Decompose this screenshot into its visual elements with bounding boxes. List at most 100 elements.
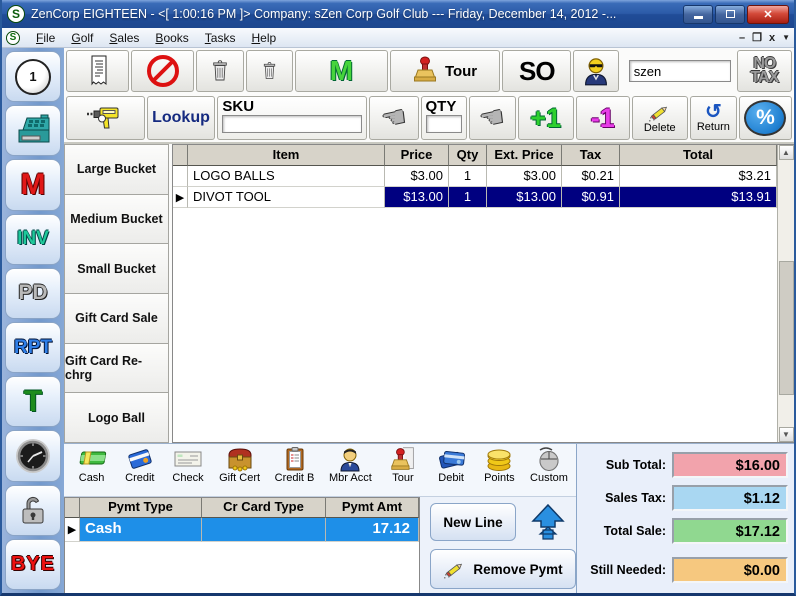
receipt-button[interactable]: [66, 50, 129, 92]
tour-label: Tour: [445, 63, 477, 80]
qty-input[interactable]: [426, 115, 462, 133]
sidebar-cash-register-button[interactable]: [5, 105, 61, 156]
menu-sales[interactable]: Sales: [101, 30, 147, 46]
top-toolbar: M Tour SO: [64, 48, 794, 94]
clerk-button[interactable]: [573, 50, 618, 92]
pay-debit-button[interactable]: Debit: [428, 446, 475, 485]
scroll-down-icon[interactable]: ▼: [779, 427, 794, 442]
pay-credit-book-button[interactable]: Credit B: [268, 446, 322, 485]
sku-input[interactable]: [222, 115, 362, 133]
mdi-minimize-button[interactable]: –: [739, 33, 745, 43]
sidebar-reports-button[interactable]: RPT: [5, 322, 61, 373]
payment-row-selected[interactable]: ▶ Cash 17.12: [65, 518, 419, 542]
tee-sheet-icon: T: [24, 385, 42, 419]
lookup-button[interactable]: Lookup: [147, 96, 216, 140]
coins-icon: [485, 446, 513, 472]
menu-file[interactable]: File: [28, 30, 63, 46]
pay-points-button[interactable]: Points: [476, 446, 523, 485]
scroll-thumb[interactable]: [779, 261, 794, 395]
discount-button[interactable]: %: [739, 96, 792, 140]
titlebar: S ZenCorp EIGHTEEN - <[ 1:00:16 PM ]> Co…: [2, 0, 794, 28]
sku-select-button[interactable]: ☚: [369, 96, 418, 140]
item-row-selected[interactable]: ▶ DIVOT TOOL $13.00 1 $13.00 $0.91 $13.9…: [173, 187, 777, 208]
mdi-close-button[interactable]: x: [769, 33, 775, 43]
cell-cr-card-type: [202, 518, 326, 542]
mdi-restore-button[interactable]: ❐: [752, 33, 762, 43]
menubar: S File Golf Sales Books Tasks Help – ❐ x…: [2, 28, 794, 48]
mdi-menu-dropdown[interactable]: ▼: [782, 33, 790, 43]
quick-medium-bucket-button[interactable]: Medium Bucket: [64, 194, 169, 245]
qty-select-button[interactable]: ☚: [469, 96, 516, 140]
sku-field-group: SKU: [217, 96, 367, 140]
mouse-icon: [534, 446, 564, 472]
sidebar-exit-button[interactable]: BYE: [5, 539, 61, 590]
hand-pointer-icon: ☚: [477, 100, 507, 135]
up-arrow-icon[interactable]: [530, 503, 566, 541]
void-item-button[interactable]: [196, 50, 243, 92]
col-ext-price: Ext. Price: [487, 145, 562, 166]
price-check-button[interactable]: [66, 96, 145, 140]
pay-cash-button[interactable]: Cash: [68, 446, 115, 485]
pay-credit-button[interactable]: Credit: [116, 446, 163, 485]
tour-stamp-icon: [413, 56, 441, 86]
clock-icon: [14, 437, 52, 475]
menu-golf[interactable]: Golf: [63, 30, 101, 46]
sidebar-lock-button[interactable]: [5, 485, 61, 536]
plus-one-button[interactable]: +1: [518, 96, 574, 140]
sub-total-value: $16.00: [672, 452, 788, 478]
pay-member-account-button[interactable]: Mbr Acct: [322, 446, 378, 485]
pay-check-button[interactable]: Check: [164, 446, 211, 485]
delete-label: Delete: [644, 122, 676, 134]
sidebar-inventory-button[interactable]: INV: [5, 214, 61, 265]
sidebar-paid-outs-button[interactable]: PD: [5, 268, 61, 319]
delete-pencil-icon: [648, 102, 672, 122]
pay-custom-button[interactable]: Custom: [524, 446, 574, 485]
cell-pymt-type: Cash: [80, 518, 202, 542]
menu-books[interactable]: Books: [147, 30, 196, 46]
item-row[interactable]: LOGO BALLS $3.00 1 $3.00 $0.21 $3.21: [173, 166, 777, 187]
no-sale-button[interactable]: [131, 50, 194, 92]
no-tax-button[interactable]: NO TAX: [737, 50, 792, 92]
clerk-input[interactable]: [629, 60, 731, 82]
return-label: Return: [697, 121, 730, 133]
sidebar-hole-one-button[interactable]: 1: [5, 51, 61, 102]
quick-large-bucket-button[interactable]: Large Bucket: [64, 144, 169, 195]
member-m-icon: M: [330, 55, 353, 87]
sidebar-tee-sheet-button[interactable]: T: [5, 376, 61, 427]
trash-icon: [211, 59, 229, 83]
tour-button[interactable]: Tour: [390, 50, 501, 92]
cell-total: $13.91: [620, 187, 777, 208]
remove-pymt-button[interactable]: Remove Pymt: [430, 549, 576, 589]
quick-logo-ball-button[interactable]: Logo Ball: [64, 392, 169, 443]
minimize-button[interactable]: [683, 5, 713, 24]
cell-qty: 1: [449, 166, 487, 187]
pay-gift-cert-button[interactable]: Gift Cert: [213, 446, 267, 485]
delete-line-button[interactable]: Delete: [632, 96, 688, 140]
quick-gift-card-sale-button[interactable]: Gift Card Sale: [64, 293, 169, 344]
special-order-button[interactable]: SO: [502, 50, 571, 92]
scroll-up-icon[interactable]: ▲: [779, 145, 794, 160]
menu-help[interactable]: Help: [243, 30, 284, 46]
item-grid-scrollbar[interactable]: ▲ ▼: [777, 145, 794, 442]
sidebar-members-button[interactable]: M: [5, 159, 61, 210]
row-selector: ▶: [65, 518, 80, 542]
minus-one-button[interactable]: -1: [576, 96, 630, 140]
quick-gift-card-rechrg-button[interactable]: Gift Card Re-chrg: [64, 343, 169, 394]
hand-pointer-icon: ☚: [379, 100, 409, 135]
menu-tasks[interactable]: Tasks: [197, 30, 244, 46]
minus-one-icon: -1: [591, 103, 615, 134]
void-ticket-button[interactable]: [246, 50, 293, 92]
return-item-button[interactable]: ↺ Return: [690, 96, 737, 140]
quick-small-bucket-button[interactable]: Small Bucket: [64, 243, 169, 294]
row-selector-header: [173, 145, 188, 166]
sidebar-time-clock-button[interactable]: [5, 430, 61, 481]
current-row-marker-icon: ▶: [68, 524, 76, 536]
pay-tour-button[interactable]: Tour: [379, 446, 426, 485]
return-arrow-icon: ↺: [705, 103, 722, 121]
close-icon: ✕: [763, 8, 772, 21]
new-line-button[interactable]: New Line: [430, 503, 516, 541]
maximize-button[interactable]: [715, 5, 745, 24]
unlock-icon: [15, 492, 51, 528]
close-button[interactable]: ✕: [747, 5, 789, 24]
member-lookup-button[interactable]: M: [295, 50, 388, 92]
